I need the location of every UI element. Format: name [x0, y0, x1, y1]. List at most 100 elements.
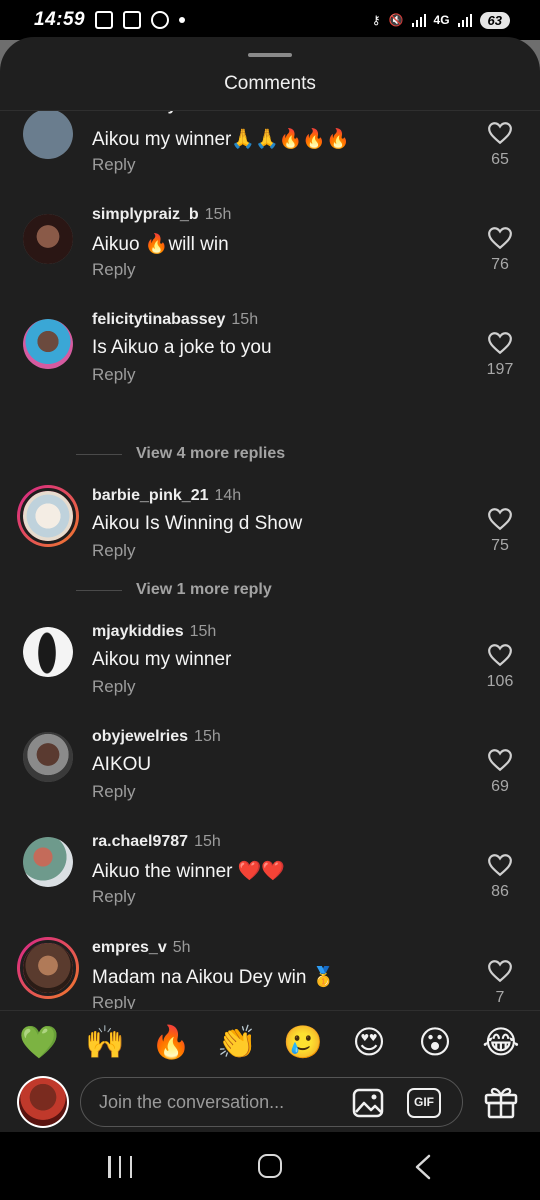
- heart-icon: [488, 854, 512, 877]
- view-more-replies-label: View 1 more reply: [136, 581, 272, 598]
- green-heart-emoji[interactable]: 💚: [15, 1026, 63, 1058]
- clapping-emoji[interactable]: 👏: [213, 1026, 261, 1058]
- avatar-story-ring[interactable]: [17, 937, 79, 999]
- reply-button[interactable]: Reply: [92, 993, 135, 1009]
- status-time: 14:59: [34, 9, 86, 30]
- comment-time: 15h: [194, 728, 221, 745]
- like-count: 69: [491, 778, 509, 795]
- comment-time: 15h: [182, 111, 209, 114]
- like-button[interactable]: 76: [478, 226, 522, 274]
- like-button[interactable]: 65: [478, 121, 522, 169]
- avatar[interactable]: [23, 214, 73, 264]
- heart-icon: [488, 122, 512, 145]
- status-left: 14:59: [34, 9, 186, 31]
- like-button[interactable]: 7: [478, 959, 522, 1007]
- divider: [76, 589, 122, 591]
- like-button[interactable]: 75: [478, 507, 522, 555]
- signal-icon-2: [457, 13, 472, 27]
- comment-username[interactable]: simplypraiz_b 15h: [92, 206, 231, 224]
- comment-username[interactable]: felicitytinabassey 15h: [92, 311, 258, 329]
- key-icon: ⚷: [371, 13, 381, 27]
- mute-icon: 🔇: [388, 13, 404, 27]
- comment-item: ra.chael9787 15h Aikuo the winner ❤️❤️ Re…: [0, 829, 540, 919]
- like-button[interactable]: 106: [478, 643, 522, 691]
- avatar[interactable]: [23, 837, 73, 887]
- comment-input-row: Join the conversation... GIF: [0, 1072, 540, 1132]
- like-button[interactable]: 86: [478, 853, 522, 901]
- view-more-replies-button[interactable]: View 1 more reply: [76, 581, 272, 599]
- recents-button[interactable]: [108, 1156, 132, 1178]
- surprised-emoji[interactable]: 😮: [411, 1026, 459, 1058]
- signal-icon: [411, 13, 426, 27]
- view-more-replies-button[interactable]: View 4 more replies: [76, 445, 285, 463]
- heart-icon: [488, 749, 512, 772]
- comment-text: Aikuo 🔥will win: [92, 234, 229, 255]
- profile-icon: [151, 11, 170, 29]
- laughing-emoji[interactable]: 😂: [477, 1026, 525, 1058]
- comment-text: Aikou Is Winning d Show: [92, 513, 303, 534]
- sheet-title: Comments: [224, 73, 316, 94]
- comments-sheet: Comments cocoletbby15h Aikou my winner🙏🙏…: [0, 37, 540, 1132]
- gif-button[interactable]: GIF: [407, 1088, 441, 1118]
- back-button[interactable]: [414, 1154, 432, 1180]
- comment-text: Aikou my winner: [92, 649, 232, 670]
- comment-item: felicitytinabassey 15h Is Aikuo a joke to…: [0, 307, 540, 397]
- like-button[interactable]: 197: [478, 331, 522, 379]
- gift-icon[interactable]: [482, 1082, 520, 1120]
- heart-icon: [488, 508, 512, 531]
- like-count: 65: [491, 151, 509, 168]
- like-button[interactable]: 69: [478, 748, 522, 796]
- fire-emoji[interactable]: 🔥: [147, 1026, 195, 1058]
- comment-time: 14h: [214, 487, 242, 504]
- avatar[interactable]: [23, 732, 73, 782]
- reply-button[interactable]: Reply: [92, 365, 135, 385]
- reply-button[interactable]: Reply: [92, 887, 135, 907]
- comment-item: simplypraiz_b 15h Aikuo 🔥will win Reply 7…: [0, 202, 540, 292]
- heart-icon: [488, 644, 512, 667]
- reply-button[interactable]: Reply: [92, 155, 135, 175]
- comment-username[interactable]: barbie_pink_21 14h: [92, 487, 241, 505]
- home-button[interactable]: [258, 1154, 282, 1178]
- comment-username[interactable]: ra.chael9787 15h: [92, 833, 221, 851]
- comment-username[interactable]: empres_v 5h: [92, 939, 191, 957]
- reply-button[interactable]: Reply: [92, 677, 135, 697]
- like-count: 106: [486, 673, 514, 690]
- comment-time: 15h: [231, 311, 259, 328]
- heart-eyes-emoji[interactable]: 😍: [345, 1026, 393, 1058]
- view-more-replies-label: View 4 more replies: [136, 445, 286, 462]
- comment-input[interactable]: Join the conversation... GIF: [80, 1077, 463, 1127]
- divider: [76, 453, 122, 455]
- reply-button[interactable]: Reply: [92, 541, 135, 561]
- comment-username[interactable]: obyjewelries 15h: [92, 728, 221, 746]
- comment-time: 15h: [189, 623, 217, 640]
- comment-text: Is Aikuo a joke to you: [92, 337, 272, 358]
- heart-icon: [488, 227, 512, 250]
- my-avatar[interactable]: [17, 1076, 69, 1128]
- system-navigation-bar: [0, 1132, 540, 1200]
- reply-button[interactable]: Reply: [92, 782, 135, 802]
- like-count: 7: [495, 989, 505, 1006]
- comment-text: AIKOU: [92, 754, 152, 775]
- comment-username[interactable]: mjaykiddies 15h: [92, 623, 216, 641]
- screenshot-icon: [95, 11, 114, 29]
- comment-item: cocoletbby15h Aikou my winner🙏🙏🔥🔥🔥 Reply…: [0, 111, 540, 187]
- drag-handle[interactable]: [248, 53, 292, 57]
- smiling-tear-emoji[interactable]: 🥲: [279, 1026, 327, 1058]
- reply-button[interactable]: Reply: [92, 260, 135, 280]
- avatar[interactable]: [23, 627, 73, 677]
- comment-text: Madam na Aikou Dey win 🥇: [92, 967, 336, 988]
- avatar[interactable]: [23, 111, 73, 159]
- checkbox-icon: [123, 11, 142, 29]
- comment-time: 15h: [194, 833, 221, 850]
- emoji-reaction-bar: 💚 🙌 🔥 👏 🥲 😍 😮 😂: [0, 1010, 540, 1072]
- raised-hands-emoji[interactable]: 🙌: [81, 1026, 129, 1058]
- heart-icon: [488, 332, 512, 355]
- heart-icon: [488, 960, 512, 983]
- comment-input-placeholder: Join the conversation...: [99, 1092, 285, 1112]
- avatar[interactable]: [23, 319, 73, 369]
- like-count: 197: [486, 361, 514, 378]
- avatar-story-ring[interactable]: [17, 485, 79, 547]
- comment-username[interactable]: cocoletbby15h: [92, 111, 209, 115]
- image-icon[interactable]: [351, 1086, 385, 1120]
- comment-list[interactable]: cocoletbby15h Aikou my winner🙏🙏🔥🔥🔥 Reply…: [0, 111, 540, 1009]
